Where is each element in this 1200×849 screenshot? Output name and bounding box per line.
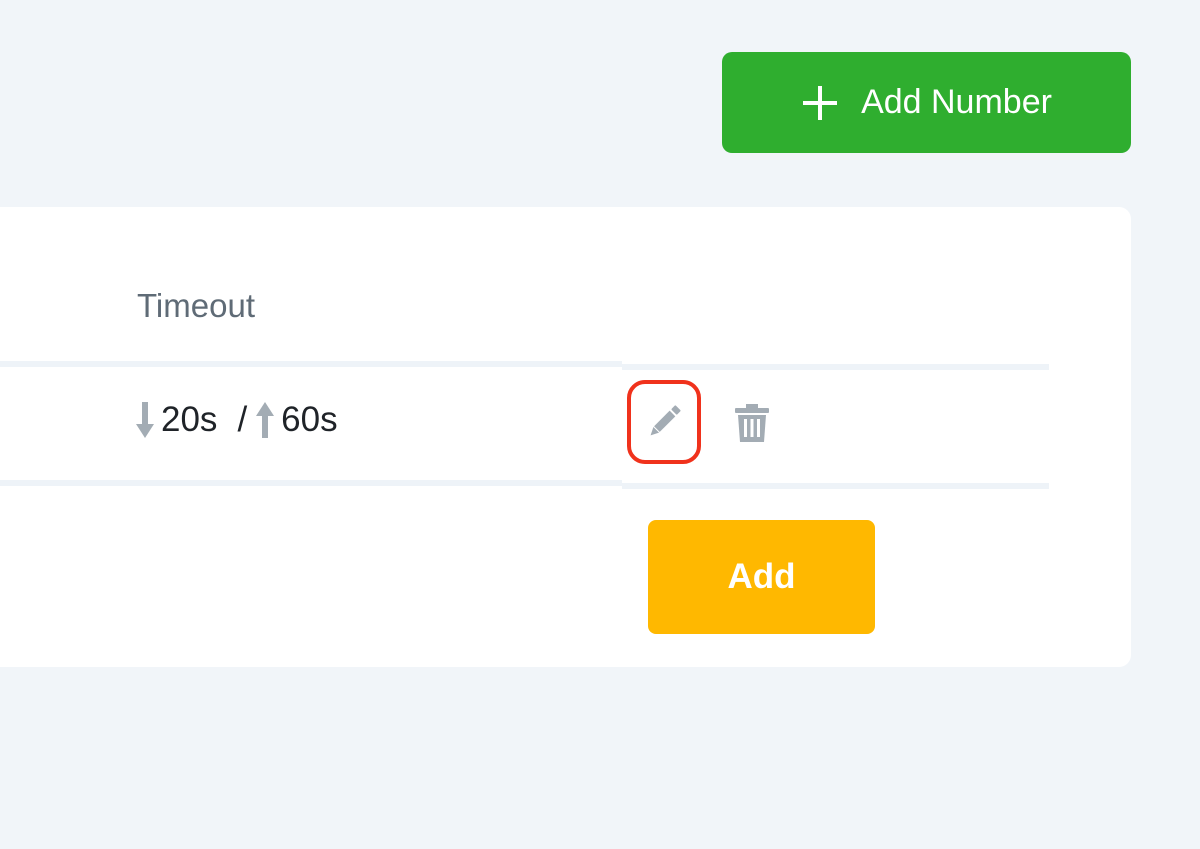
arrow-down-icon — [135, 400, 155, 440]
trash-icon — [733, 403, 771, 443]
plus-icon — [801, 84, 839, 122]
column-header-timeout: Timeout — [137, 287, 255, 324]
delete-button[interactable] — [732, 402, 772, 444]
row-divider — [0, 480, 622, 486]
timeout-up-value: 60s — [281, 400, 338, 439]
row-divider — [622, 483, 1049, 489]
row-divider — [0, 361, 622, 367]
add-button[interactable]: Add — [648, 520, 875, 634]
row-divider — [622, 364, 1049, 370]
timeout-separator: / — [237, 400, 248, 439]
edit-button[interactable] — [627, 380, 701, 464]
add-number-label: Add Number — [861, 83, 1052, 121]
timeout-down-value: 20s — [161, 400, 218, 439]
arrow-up-icon — [255, 400, 275, 440]
add-number-button[interactable]: Add Number — [722, 52, 1131, 153]
timeout-cell: 20s / 60s — [135, 400, 338, 440]
pencil-icon — [644, 402, 684, 442]
